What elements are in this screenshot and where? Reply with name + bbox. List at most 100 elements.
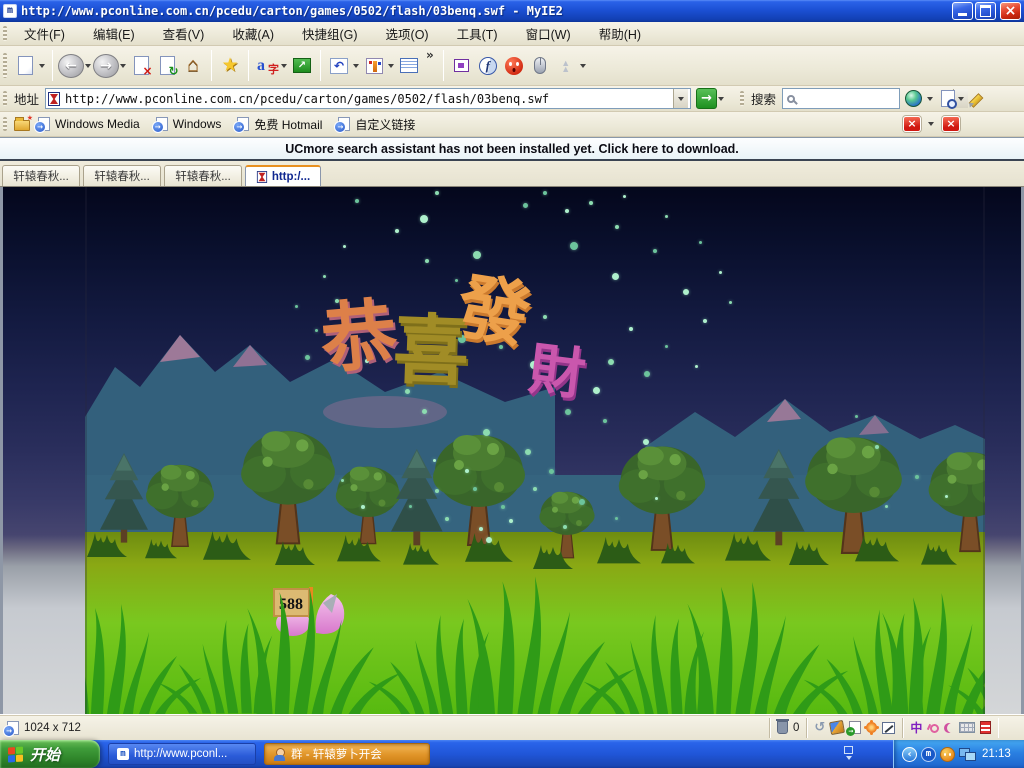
menu-item[interactable]: 编辑(E) <box>81 21 147 46</box>
ime-punctuation-icon[interactable] <box>927 722 940 734</box>
resize-window-button[interactable] <box>289 50 315 82</box>
dropdown-caret-icon[interactable] <box>718 96 725 104</box>
ime-language-indicator[interactable]: 中 <box>910 719 922 736</box>
menu-item[interactable]: 文件(F) <box>12 21 77 46</box>
dropdown-caret-icon[interactable] <box>579 63 586 71</box>
dropdown-caret-icon[interactable] <box>281 63 287 71</box>
link-page-icon <box>233 117 250 133</box>
links-bar-item[interactable]: Windows <box>151 117 221 133</box>
flash-filter-button[interactable] <box>475 50 501 82</box>
toolbar-grip[interactable] <box>3 53 7 78</box>
minimize-button[interactable] <box>952 2 973 20</box>
stop-button[interactable]: × <box>128 50 154 82</box>
tab[interactable]: 轩辕春秋... <box>83 165 161 186</box>
ime-settings-icon[interactable] <box>980 721 992 734</box>
ad-blocker-button[interactable] <box>501 50 527 82</box>
menu-item[interactable]: 收藏(A) <box>220 21 286 46</box>
go-button[interactable] <box>696 88 718 109</box>
find-page-icon <box>941 90 958 109</box>
refresh-swirl-icon[interactable] <box>814 720 825 735</box>
hide-icons-chevron-icon[interactable] <box>902 746 917 762</box>
find-in-page-button[interactable] <box>935 83 961 115</box>
clean-broom-icon[interactable] <box>829 719 846 736</box>
back-button[interactable] <box>58 53 84 78</box>
clock[interactable]: 21:13 <box>982 748 1011 760</box>
links-folder-icon[interactable] <box>14 114 33 131</box>
taskbar-task-browser[interactable]: m http://www.pconl... <box>108 743 256 765</box>
dropdown-caret-icon[interactable] <box>928 122 934 129</box>
translate-button[interactable]: a字 <box>254 50 280 82</box>
edit-window-icon[interactable] <box>882 721 896 734</box>
desktop-toolbar[interactable] <box>844 745 853 763</box>
dropdown-caret-icon[interactable] <box>927 96 934 104</box>
ime-panel: 中 <box>903 718 998 738</box>
scream-face-icon <box>504 56 523 75</box>
tab[interactable]: 轩辕春秋... <box>164 165 242 186</box>
resize-icon <box>293 58 311 73</box>
toolbar-grip[interactable] <box>740 90 745 107</box>
menu-item[interactable]: 窗口(W) <box>514 21 583 46</box>
link-page-icon <box>151 117 168 133</box>
search-engine-button[interactable] <box>900 83 926 115</box>
tab[interactable]: 轩辕春秋... <box>2 165 80 186</box>
refresh-button[interactable]: ↻ <box>154 50 180 82</box>
undo-button[interactable] <box>326 50 352 82</box>
scroll-top-button[interactable] <box>553 50 579 82</box>
network-icon[interactable] <box>959 747 976 761</box>
forms-button[interactable] <box>396 50 422 82</box>
address-dropdown-button[interactable] <box>673 89 689 108</box>
tray-qq-icon[interactable] <box>940 746 955 762</box>
search-input[interactable] <box>782 88 969 109</box>
start-button[interactable]: 开始 <box>0 740 100 768</box>
links-bar-item[interactable]: 免费 Hotmail <box>233 116 322 133</box>
mouse-gesture-button[interactable] <box>527 50 553 82</box>
dropdown-caret-icon[interactable] <box>353 63 359 71</box>
toolbar-overflow-button[interactable]: » <box>422 48 438 62</box>
notification-bar[interactable]: UCmore search assistant has not been ins… <box>0 137 1024 161</box>
menu-item[interactable]: 工具(T) <box>445 21 510 46</box>
menu-item[interactable]: 选项(O) <box>374 21 441 46</box>
close-button[interactable] <box>1000 2 1021 20</box>
links-bar-item[interactable]: Windows Media <box>34 117 140 133</box>
highlight-button[interactable] <box>961 83 987 115</box>
favorites-button[interactable] <box>217 50 243 82</box>
taskbar-task-qq[interactable]: 群 - 轩辕萝卜开会 <box>264 743 430 765</box>
flash-scene: 588 <box>67 187 1021 714</box>
tools-icon <box>365 57 383 74</box>
green-page-icon[interactable] <box>846 721 862 736</box>
plugins-button[interactable] <box>361 50 387 82</box>
toolbar-grip[interactable] <box>3 26 7 41</box>
notification-message[interactable]: UCmore search assistant has not been ins… <box>285 142 739 156</box>
ime-halfwidth-icon[interactable] <box>944 723 954 733</box>
stop-icon: × <box>133 56 153 78</box>
url-field[interactable] <box>65 91 674 106</box>
menu-item[interactable]: 快捷组(G) <box>290 21 370 46</box>
links-bar-item[interactable]: 自定义链接 <box>334 116 415 133</box>
page-content: 588 恭喜發財 <box>0 187 1024 714</box>
flash-movie[interactable]: 588 <box>67 187 1021 714</box>
restore-button[interactable] <box>975 2 996 20</box>
dropdown-caret-icon[interactable] <box>39 63 45 71</box>
trash-panel[interactable]: 0 <box>770 717 808 738</box>
menu-item[interactable]: 帮助(H) <box>587 21 653 46</box>
toolbar-grip[interactable] <box>3 116 7 132</box>
new-page-button[interactable] <box>12 50 38 82</box>
flower-icon[interactable] <box>866 722 878 733</box>
tray-browser-icon[interactable]: m <box>921 746 936 762</box>
popup-blocker-button[interactable] <box>903 116 921 132</box>
content-blocker-button[interactable] <box>942 116 960 132</box>
link-page-icon <box>334 117 351 133</box>
media-capture-button[interactable] <box>449 50 475 82</box>
dropdown-caret-icon[interactable] <box>388 63 394 71</box>
address-input[interactable] <box>45 88 692 109</box>
address-bar: 地址 搜索 <box>0 86 1024 112</box>
dropdown-caret-icon[interactable] <box>120 63 126 71</box>
keyboard-icon[interactable] <box>959 722 976 733</box>
menu-item[interactable]: 查看(V) <box>151 21 217 46</box>
forward-button[interactable] <box>93 53 119 78</box>
home-button[interactable] <box>180 50 206 82</box>
tab-active[interactable]: http:/... <box>245 165 321 186</box>
restore-mini-icon <box>844 745 853 754</box>
toolbar-grip[interactable] <box>3 90 7 107</box>
dropdown-caret-icon[interactable] <box>85 63 91 71</box>
